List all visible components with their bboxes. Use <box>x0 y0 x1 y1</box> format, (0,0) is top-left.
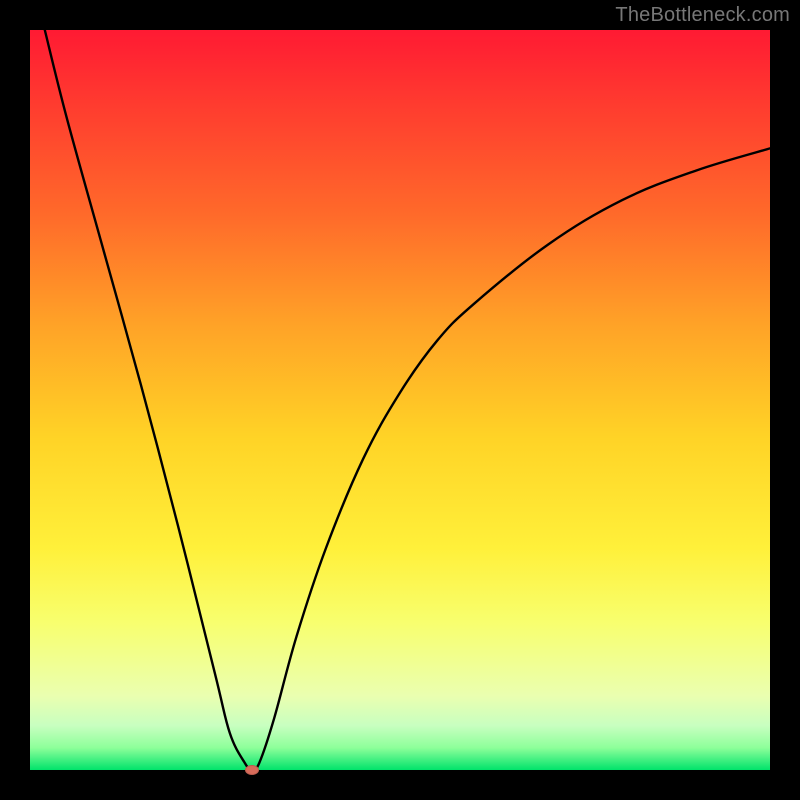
curve-svg <box>30 30 770 770</box>
bottleneck-curve <box>45 30 770 770</box>
plot-area <box>30 30 770 770</box>
tip-dot-marker <box>245 765 259 775</box>
chart-frame: TheBottleneck.com <box>0 0 800 800</box>
watermark-text: TheBottleneck.com <box>615 4 790 27</box>
